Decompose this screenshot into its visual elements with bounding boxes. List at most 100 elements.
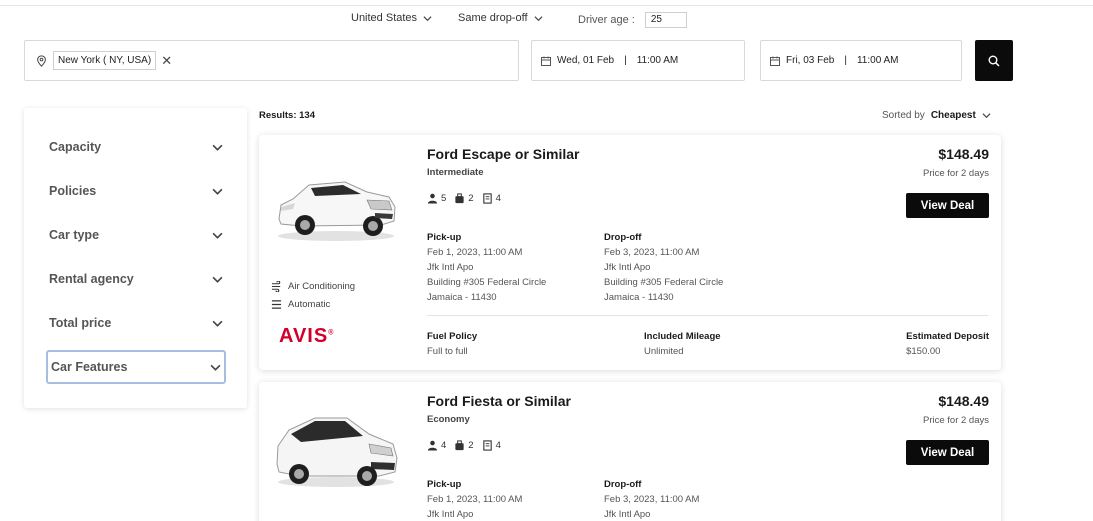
seats-count: 5	[441, 193, 447, 204]
car-name[interactable]: Ford Fiesta or Similar	[427, 393, 571, 409]
map-pin-icon	[37, 54, 46, 67]
location-field[interactable]: New York ( NY, USA) ✕	[24, 40, 519, 81]
car-class: Economy	[427, 414, 470, 425]
agency-logo: AVIS®	[279, 325, 334, 348]
pickup-date: Wed, 01 Feb	[557, 55, 615, 66]
chevron-down-icon	[212, 232, 223, 239]
price: $148.49	[938, 393, 989, 409]
pickup-info: Pick-up Feb 1, 2023, 11:00 AM Jfk Intl A…	[427, 230, 546, 305]
dropoff-address: Building #305 Federal Circle	[604, 277, 724, 288]
doors-count: 4	[495, 193, 501, 204]
bags-spec: 2	[454, 440, 474, 451]
car-image	[278, 181, 396, 241]
filter-rental-agency[interactable]: Rental agency	[46, 262, 226, 296]
view-deal-button[interactable]: View Deal	[906, 440, 989, 465]
pickup-info: Pick-up Feb 1, 2023, 11:00 AM Jfk Intl A…	[427, 477, 522, 521]
filter-label: Total price	[49, 316, 112, 330]
door-icon	[482, 193, 492, 204]
pickup-label: Pick-up	[427, 232, 462, 243]
car-name[interactable]: Ford Escape or Similar	[427, 146, 580, 162]
pickup-station: Jfk Intl Apo	[427, 262, 474, 273]
dropoff-station: Jfk Intl Apo	[604, 509, 651, 520]
registered-mark: ®	[328, 329, 335, 337]
sort-select[interactable]: Sorted by Cheapest	[882, 110, 991, 121]
driver-age-input[interactable]: 25	[644, 12, 687, 28]
feature-label: Air Conditioning	[288, 281, 356, 292]
location-chip: New York ( NY, USA)	[53, 51, 157, 70]
doors-spec: 4	[482, 440, 501, 451]
result-card: Ford Fiesta or Similar Economy 4 2 4 $14…	[259, 382, 1001, 521]
mileage-value: Unlimited	[644, 346, 684, 357]
chevron-down-icon	[534, 15, 543, 21]
view-deal-button[interactable]: View Deal	[906, 193, 989, 218]
calendar-icon	[541, 56, 551, 66]
person-icon	[427, 440, 438, 451]
doors-spec: 4	[482, 193, 501, 204]
search-button[interactable]	[975, 40, 1013, 81]
pickup-address: Building #305 Federal Circle	[427, 277, 547, 288]
included-mileage: Included Mileage Unlimited	[644, 329, 721, 359]
agency-name: AVIS	[279, 325, 329, 347]
pickup-datetime-field[interactable]: Wed, 01 Feb | 11:00 AM	[531, 40, 745, 81]
pickup-label: Pick-up	[427, 479, 462, 490]
driver-age-label: Driver age :	[578, 14, 635, 26]
top-divider	[0, 5, 1093, 6]
calendar-icon	[770, 56, 780, 66]
card-divider	[427, 315, 988, 316]
dropoff-mode-label: Same drop-off	[458, 12, 528, 24]
person-icon	[427, 193, 438, 204]
chevron-down-icon	[212, 276, 223, 283]
chevron-down-icon	[212, 320, 223, 327]
doors-count: 4	[495, 440, 501, 451]
gearbox-icon	[271, 300, 282, 309]
price-note: Price for 2 days	[923, 168, 989, 179]
sort-value: Cheapest	[930, 110, 976, 121]
price-note: Price for 2 days	[923, 415, 989, 426]
chevron-down-icon	[212, 188, 223, 195]
deposit-value: $150.00	[906, 346, 941, 357]
seats-spec: 5	[427, 193, 446, 204]
chevron-down-icon	[210, 364, 221, 371]
filter-sidebar: Capacity Policies Car type Rental agency…	[24, 108, 247, 408]
results-label: Results:	[259, 110, 297, 121]
chevron-down-icon	[212, 144, 223, 151]
chevron-down-icon	[982, 113, 991, 119]
filter-car-features[interactable]: Car Features	[46, 350, 226, 384]
car-specs: 5 2 4	[427, 193, 501, 204]
car-image	[276, 417, 398, 487]
pickup-station: Jfk Intl Apo	[427, 509, 474, 520]
bags-count: 2	[468, 440, 474, 451]
filter-label: Car type	[49, 228, 100, 242]
car-specs: 4 2 4	[427, 440, 501, 451]
seats-spec: 4	[427, 440, 446, 451]
air-conditioning-icon	[271, 281, 281, 292]
filter-label: Rental agency	[49, 272, 134, 286]
dropoff-station: Jfk Intl Apo	[604, 262, 651, 273]
filter-policies[interactable]: Policies	[46, 174, 226, 208]
filter-label: Capacity	[49, 140, 102, 154]
price: $148.49	[938, 146, 989, 162]
dropoff-datetime-field[interactable]: Fri, 03 Feb | 11:00 AM	[760, 40, 962, 81]
date-separator: |	[844, 55, 847, 66]
country-select-label: United States	[351, 12, 418, 24]
chevron-down-icon	[423, 15, 432, 21]
fuel-policy-label: Fuel Policy	[427, 331, 478, 342]
seats-count: 4	[441, 440, 447, 451]
result-card: Ford Escape or Similar Intermediate 5 2 …	[259, 135, 1001, 370]
driver-age-group: Driver age : 25	[578, 12, 687, 28]
dropoff-date: Fri, 03 Feb	[786, 55, 835, 66]
filter-car-type[interactable]: Car type	[46, 218, 226, 252]
dropoff-datetime: Feb 3, 2023, 11:00 AM	[604, 247, 700, 258]
dropoff-label: Drop-off	[604, 232, 642, 243]
results-number: 134	[299, 110, 315, 121]
dropoff-mode-select[interactable]: Same drop-off	[458, 12, 543, 24]
clear-location-icon[interactable]: ✕	[161, 53, 172, 69]
filter-capacity[interactable]: Capacity	[46, 130, 226, 164]
search-icon	[988, 55, 1000, 67]
pickup-time: 11:00 AM	[636, 55, 679, 66]
filter-label: Policies	[49, 184, 97, 198]
dropoff-label: Drop-off	[604, 479, 642, 490]
country-select[interactable]: United States	[351, 12, 432, 24]
filter-total-price[interactable]: Total price	[46, 306, 226, 340]
bags-spec: 2	[454, 193, 474, 204]
